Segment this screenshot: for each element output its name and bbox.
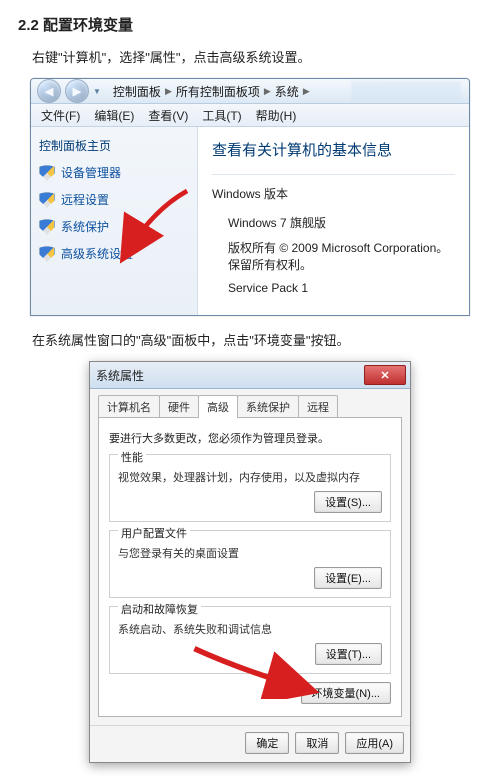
tab-hardware[interactable]: 硬件 bbox=[159, 395, 199, 418]
close-button[interactable]: ✕ bbox=[364, 365, 406, 385]
breadcrumb-sep-icon: ▶ bbox=[264, 86, 271, 97]
group-legend: 启动和故障恢复 bbox=[118, 604, 201, 616]
menu-edit[interactable]: 编辑(E) bbox=[94, 107, 134, 124]
group-user-profile: 用户配置文件 与您登录有关的桌面设置 设置(E)... bbox=[109, 530, 391, 598]
tab-system-protection[interactable]: 系统保护 bbox=[237, 395, 299, 418]
group-performance: 性能 视觉效果，处理器计划，内存使用，以及虚拟内存 设置(S)... bbox=[109, 454, 391, 522]
dialog-title-text: 系统属性 bbox=[96, 367, 144, 384]
shield-icon bbox=[39, 246, 55, 262]
group-text: 系统启动、系统失败和调试信息 bbox=[118, 621, 382, 637]
sidebar-link-label: 远程设置 bbox=[61, 191, 109, 208]
group-text: 视觉效果，处理器计划，内存使用，以及虚拟内存 bbox=[118, 469, 382, 485]
breadcrumb-lv3[interactable]: 系统 bbox=[275, 83, 299, 100]
cancel-button[interactable]: 取消 bbox=[295, 732, 339, 754]
settings-button-profile[interactable]: 设置(E)... bbox=[314, 567, 382, 589]
shield-icon bbox=[39, 165, 55, 181]
tab-pane-advanced: 要进行大多数更改，您必须作为管理员登录。 性能 视觉效果，处理器计划，内存使用，… bbox=[98, 417, 402, 717]
breadcrumb-lv1[interactable]: 控制面板 bbox=[113, 83, 161, 100]
apply-button[interactable]: 应用(A) bbox=[345, 732, 404, 754]
paragraph-1: 右键"计算机"，选择"属性"，点击高级系统设置。 bbox=[32, 47, 482, 66]
main-heading: 查看有关计算机的基本信息 bbox=[212, 139, 455, 160]
sidebar-link-remote[interactable]: 远程设置 bbox=[39, 191, 189, 208]
shield-icon bbox=[39, 219, 55, 235]
system-properties-dialog: 系统属性 ✕ 计算机名 硬件 高级 系统保护 远程 要进行大多数更改，您必须作为… bbox=[89, 361, 411, 763]
group-legend: 性能 bbox=[118, 452, 146, 464]
settings-button-performance[interactable]: 设置(S)... bbox=[314, 491, 382, 513]
main-panel: 查看有关计算机的基本信息 Windows 版本 Windows 7 旗舰版 版权… bbox=[198, 127, 469, 315]
shield-icon bbox=[39, 192, 55, 208]
breadcrumb-lv2[interactable]: 所有控制面板项 bbox=[176, 83, 260, 100]
section-heading: 2.2 配置环境变量 bbox=[18, 14, 482, 35]
sidebar-link-label: 高级系统设置 bbox=[61, 245, 133, 262]
menu-help[interactable]: 帮助(H) bbox=[256, 107, 297, 124]
dialog-titlebar: 系统属性 ✕ bbox=[90, 362, 410, 389]
admin-note: 要进行大多数更改，您必须作为管理员登录。 bbox=[109, 430, 391, 446]
edition-text: Windows 7 旗舰版 bbox=[228, 214, 455, 231]
sidebar-link-label: 系统保护 bbox=[61, 218, 109, 235]
history-dropdown-icon[interactable]: ▼ bbox=[93, 87, 101, 96]
environment-variables-button[interactable]: 环境变量(N)... bbox=[301, 682, 391, 704]
group-legend: 用户配置文件 bbox=[118, 528, 190, 540]
dialog-footer: 确定 取消 应用(A) bbox=[90, 725, 410, 762]
sidebar: 控制面板主页 设备管理器 远程设置 系统保护 高级系统设置 bbox=[31, 127, 198, 315]
tab-strip: 计算机名 硬件 高级 系统保护 远程 bbox=[98, 395, 402, 418]
sidebar-link-label: 设备管理器 bbox=[61, 164, 121, 181]
paragraph-2: 在系统属性窗口的"高级"面板中，点击"环境变量"按钮。 bbox=[32, 330, 482, 349]
group-text: 与您登录有关的桌面设置 bbox=[118, 545, 382, 561]
divider bbox=[212, 174, 455, 175]
window-addressbar: ◀ ▶ ▼ 控制面板 ▶ 所有控制面板项 ▶ 系统 ▶ bbox=[31, 79, 469, 104]
service-pack-text: Service Pack 1 bbox=[228, 281, 455, 295]
ok-button[interactable]: 确定 bbox=[245, 732, 289, 754]
settings-button-startup[interactable]: 设置(T)... bbox=[315, 643, 382, 665]
sidebar-link-system-protection[interactable]: 系统保护 bbox=[39, 218, 189, 235]
breadcrumb-sep-icon: ▶ bbox=[165, 86, 172, 97]
group-startup-recovery: 启动和故障恢复 系统启动、系统失败和调试信息 设置(T)... bbox=[109, 606, 391, 674]
tab-advanced[interactable]: 高级 bbox=[198, 395, 238, 418]
title-blur bbox=[351, 81, 461, 101]
menu-view[interactable]: 查看(V) bbox=[148, 107, 188, 124]
menu-file[interactable]: 文件(F) bbox=[41, 107, 80, 124]
nav-back-icon[interactable]: ◀ bbox=[37, 79, 61, 103]
control-panel-window: ◀ ▶ ▼ 控制面板 ▶ 所有控制面板项 ▶ 系统 ▶ 文件(F) 编辑(E) … bbox=[30, 78, 470, 316]
window-menubar: 文件(F) 编辑(E) 查看(V) 工具(T) 帮助(H) bbox=[31, 104, 469, 127]
tab-remote[interactable]: 远程 bbox=[298, 395, 338, 418]
section-label: Windows 版本 bbox=[212, 185, 455, 202]
copyright-text: 版权所有 © 2009 Microsoft Corporation。保留所有权利… bbox=[228, 239, 455, 273]
breadcrumb-sep-icon: ▶ bbox=[303, 86, 310, 97]
sidebar-link-device-manager[interactable]: 设备管理器 bbox=[39, 164, 189, 181]
sidebar-title: 控制面板主页 bbox=[39, 137, 189, 154]
tab-computer-name[interactable]: 计算机名 bbox=[98, 395, 160, 418]
menu-tools[interactable]: 工具(T) bbox=[202, 107, 241, 124]
nav-forward-icon[interactable]: ▶ bbox=[65, 79, 89, 103]
sidebar-link-advanced[interactable]: 高级系统设置 bbox=[39, 245, 189, 262]
